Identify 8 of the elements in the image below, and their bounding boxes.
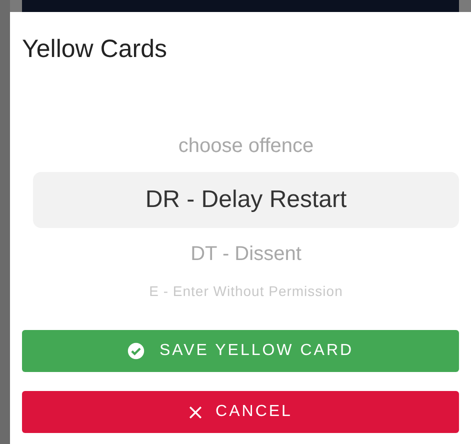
check-circle-icon xyxy=(127,342,146,360)
save-button[interactable]: SAVE YELLOW CARD xyxy=(22,330,459,372)
picker-option[interactable]: DR - Delay Restart xyxy=(33,172,459,228)
dialog-title: Yellow Cards xyxy=(22,34,167,64)
picker-option[interactable]: DT - Dissent xyxy=(33,228,459,280)
close-icon xyxy=(188,406,202,418)
picker-option[interactable]: choose offence xyxy=(33,120,459,172)
cancel-button[interactable]: CANCEL xyxy=(22,391,459,433)
